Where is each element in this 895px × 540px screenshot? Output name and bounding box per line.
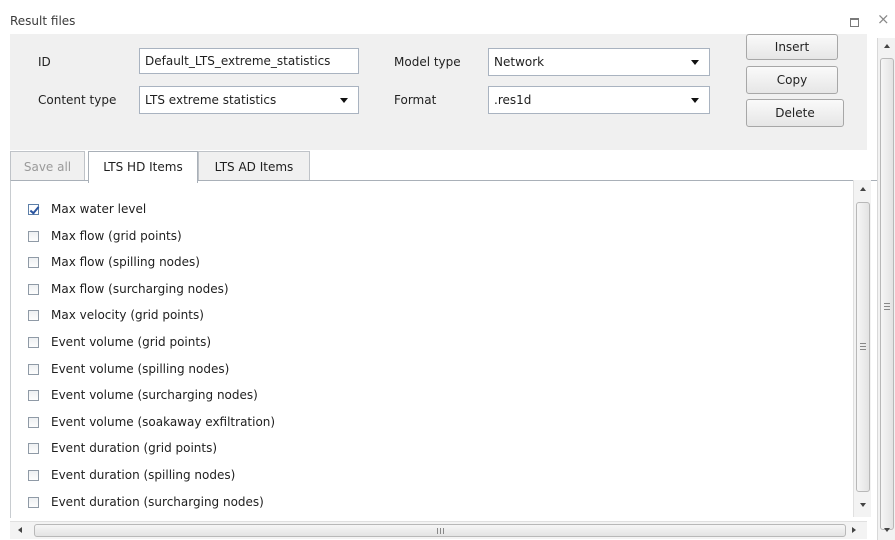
list-item[interactable]: Event duration (grid points) bbox=[28, 438, 217, 458]
close-icon[interactable]: × bbox=[877, 12, 890, 27]
grip-icon bbox=[437, 528, 438, 534]
format-label: Format bbox=[394, 93, 437, 107]
tab-lts-ad-items[interactable]: LTS AD Items bbox=[198, 151, 310, 181]
checkbox-checked[interactable] bbox=[28, 203, 39, 215]
checkbox[interactable] bbox=[28, 416, 39, 428]
grip-icon bbox=[884, 309, 890, 310]
content-type-label: Content type bbox=[38, 93, 117, 107]
list-item[interactable]: Max velocity (grid points) bbox=[28, 305, 204, 325]
id-label: ID bbox=[38, 55, 51, 69]
content-type-select[interactable]: LTS extreme statistics bbox=[139, 86, 359, 114]
list-item-label: Max water level bbox=[51, 202, 147, 216]
checkbox[interactable] bbox=[28, 256, 39, 268]
model-type-value: Network bbox=[494, 55, 545, 69]
panel-title: Result files bbox=[10, 14, 76, 28]
restore-window-icon[interactable] bbox=[850, 18, 859, 27]
dropdown-arrow-icon bbox=[691, 98, 699, 103]
scroll-down-icon[interactable] bbox=[884, 528, 890, 532]
grip-icon bbox=[884, 303, 890, 304]
list-item-label: Event duration (surcharging nodes) bbox=[51, 495, 264, 509]
list-item[interactable]: Max flow (spilling nodes) bbox=[28, 252, 200, 272]
grip-icon bbox=[860, 349, 866, 350]
grip-icon bbox=[884, 306, 890, 307]
list-item[interactable]: Event duration (spilling nodes) bbox=[28, 465, 235, 485]
scroll-thumb[interactable] bbox=[880, 58, 894, 530]
list-item[interactable]: Event duration (surcharging nodes) bbox=[28, 492, 264, 512]
scroll-right-icon[interactable] bbox=[852, 527, 856, 533]
checkbox[interactable] bbox=[28, 496, 39, 508]
list-item-label: Max flow (spilling nodes) bbox=[51, 255, 200, 269]
list-item-label: Event volume (surcharging nodes) bbox=[51, 388, 258, 402]
checkbox[interactable] bbox=[28, 442, 39, 454]
list-item[interactable]: Max flow (surcharging nodes) bbox=[28, 279, 229, 299]
list-item[interactable]: Event volume (grid points) bbox=[28, 332, 211, 352]
checkbox[interactable] bbox=[28, 283, 39, 295]
checkbox[interactable] bbox=[28, 336, 39, 348]
scroll-up-icon[interactable] bbox=[884, 44, 890, 48]
scroll-down-icon[interactable] bbox=[860, 503, 866, 507]
scroll-up-icon[interactable] bbox=[860, 187, 866, 191]
list-item-label: Max velocity (grid points) bbox=[51, 308, 204, 322]
list-item-label: Event volume (soakaway exfiltration) bbox=[51, 415, 276, 429]
format-value: .res1d bbox=[494, 93, 532, 107]
grip-icon bbox=[860, 346, 866, 347]
list-item-label: Event volume (spilling nodes) bbox=[51, 362, 230, 376]
checkbox[interactable] bbox=[28, 363, 39, 375]
list-item-label: Event volume (grid points) bbox=[51, 335, 211, 349]
dropdown-arrow-icon bbox=[691, 60, 699, 65]
content-type-value: LTS extreme statistics bbox=[145, 93, 277, 107]
list-item-label: Max flow (surcharging nodes) bbox=[51, 282, 229, 296]
list-item-label: Event duration (grid points) bbox=[51, 441, 218, 455]
scroll-thumb[interactable] bbox=[34, 524, 846, 537]
model-type-select[interactable]: Network bbox=[488, 48, 710, 76]
checkbox[interactable] bbox=[28, 469, 39, 481]
list-item-label: Event duration (spilling nodes) bbox=[51, 468, 236, 482]
checkbox[interactable] bbox=[28, 230, 39, 242]
format-select[interactable]: .res1d bbox=[488, 86, 710, 114]
list-vertical-scrollbar[interactable] bbox=[853, 180, 871, 517]
list-item[interactable]: Max water level bbox=[28, 199, 146, 219]
tab-lts-hd-items[interactable]: LTS HD Items bbox=[88, 151, 198, 183]
panel-vertical-scrollbar[interactable] bbox=[877, 38, 895, 540]
delete-button[interactable]: Delete bbox=[746, 99, 844, 127]
id-field[interactable]: Default_LTS_extreme_statistics bbox=[139, 48, 359, 74]
model-type-label: Model type bbox=[394, 55, 461, 69]
dropdown-arrow-icon bbox=[340, 98, 348, 103]
checkbox[interactable] bbox=[28, 389, 39, 401]
insert-button[interactable]: Insert bbox=[746, 34, 838, 60]
copy-button[interactable]: Copy bbox=[746, 66, 838, 94]
grip-icon bbox=[860, 343, 866, 344]
list-item[interactable]: Event volume (spilling nodes) bbox=[28, 359, 229, 379]
checkbox[interactable] bbox=[28, 309, 39, 321]
scroll-thumb[interactable] bbox=[856, 202, 870, 492]
list-item[interactable]: Event volume (surcharging nodes) bbox=[28, 385, 258, 405]
scroll-left-icon[interactable] bbox=[18, 527, 22, 533]
horizontal-scrollbar[interactable] bbox=[10, 521, 867, 539]
list-item-label: Max flow (grid points) bbox=[51, 229, 182, 243]
tab-save-all[interactable]: Save all bbox=[10, 151, 85, 181]
list-item[interactable]: Event volume (soakaway exfiltration) bbox=[28, 412, 275, 432]
list-item[interactable]: Max flow (grid points) bbox=[28, 226, 182, 246]
grip-icon bbox=[443, 528, 444, 534]
grip-icon bbox=[440, 528, 441, 534]
